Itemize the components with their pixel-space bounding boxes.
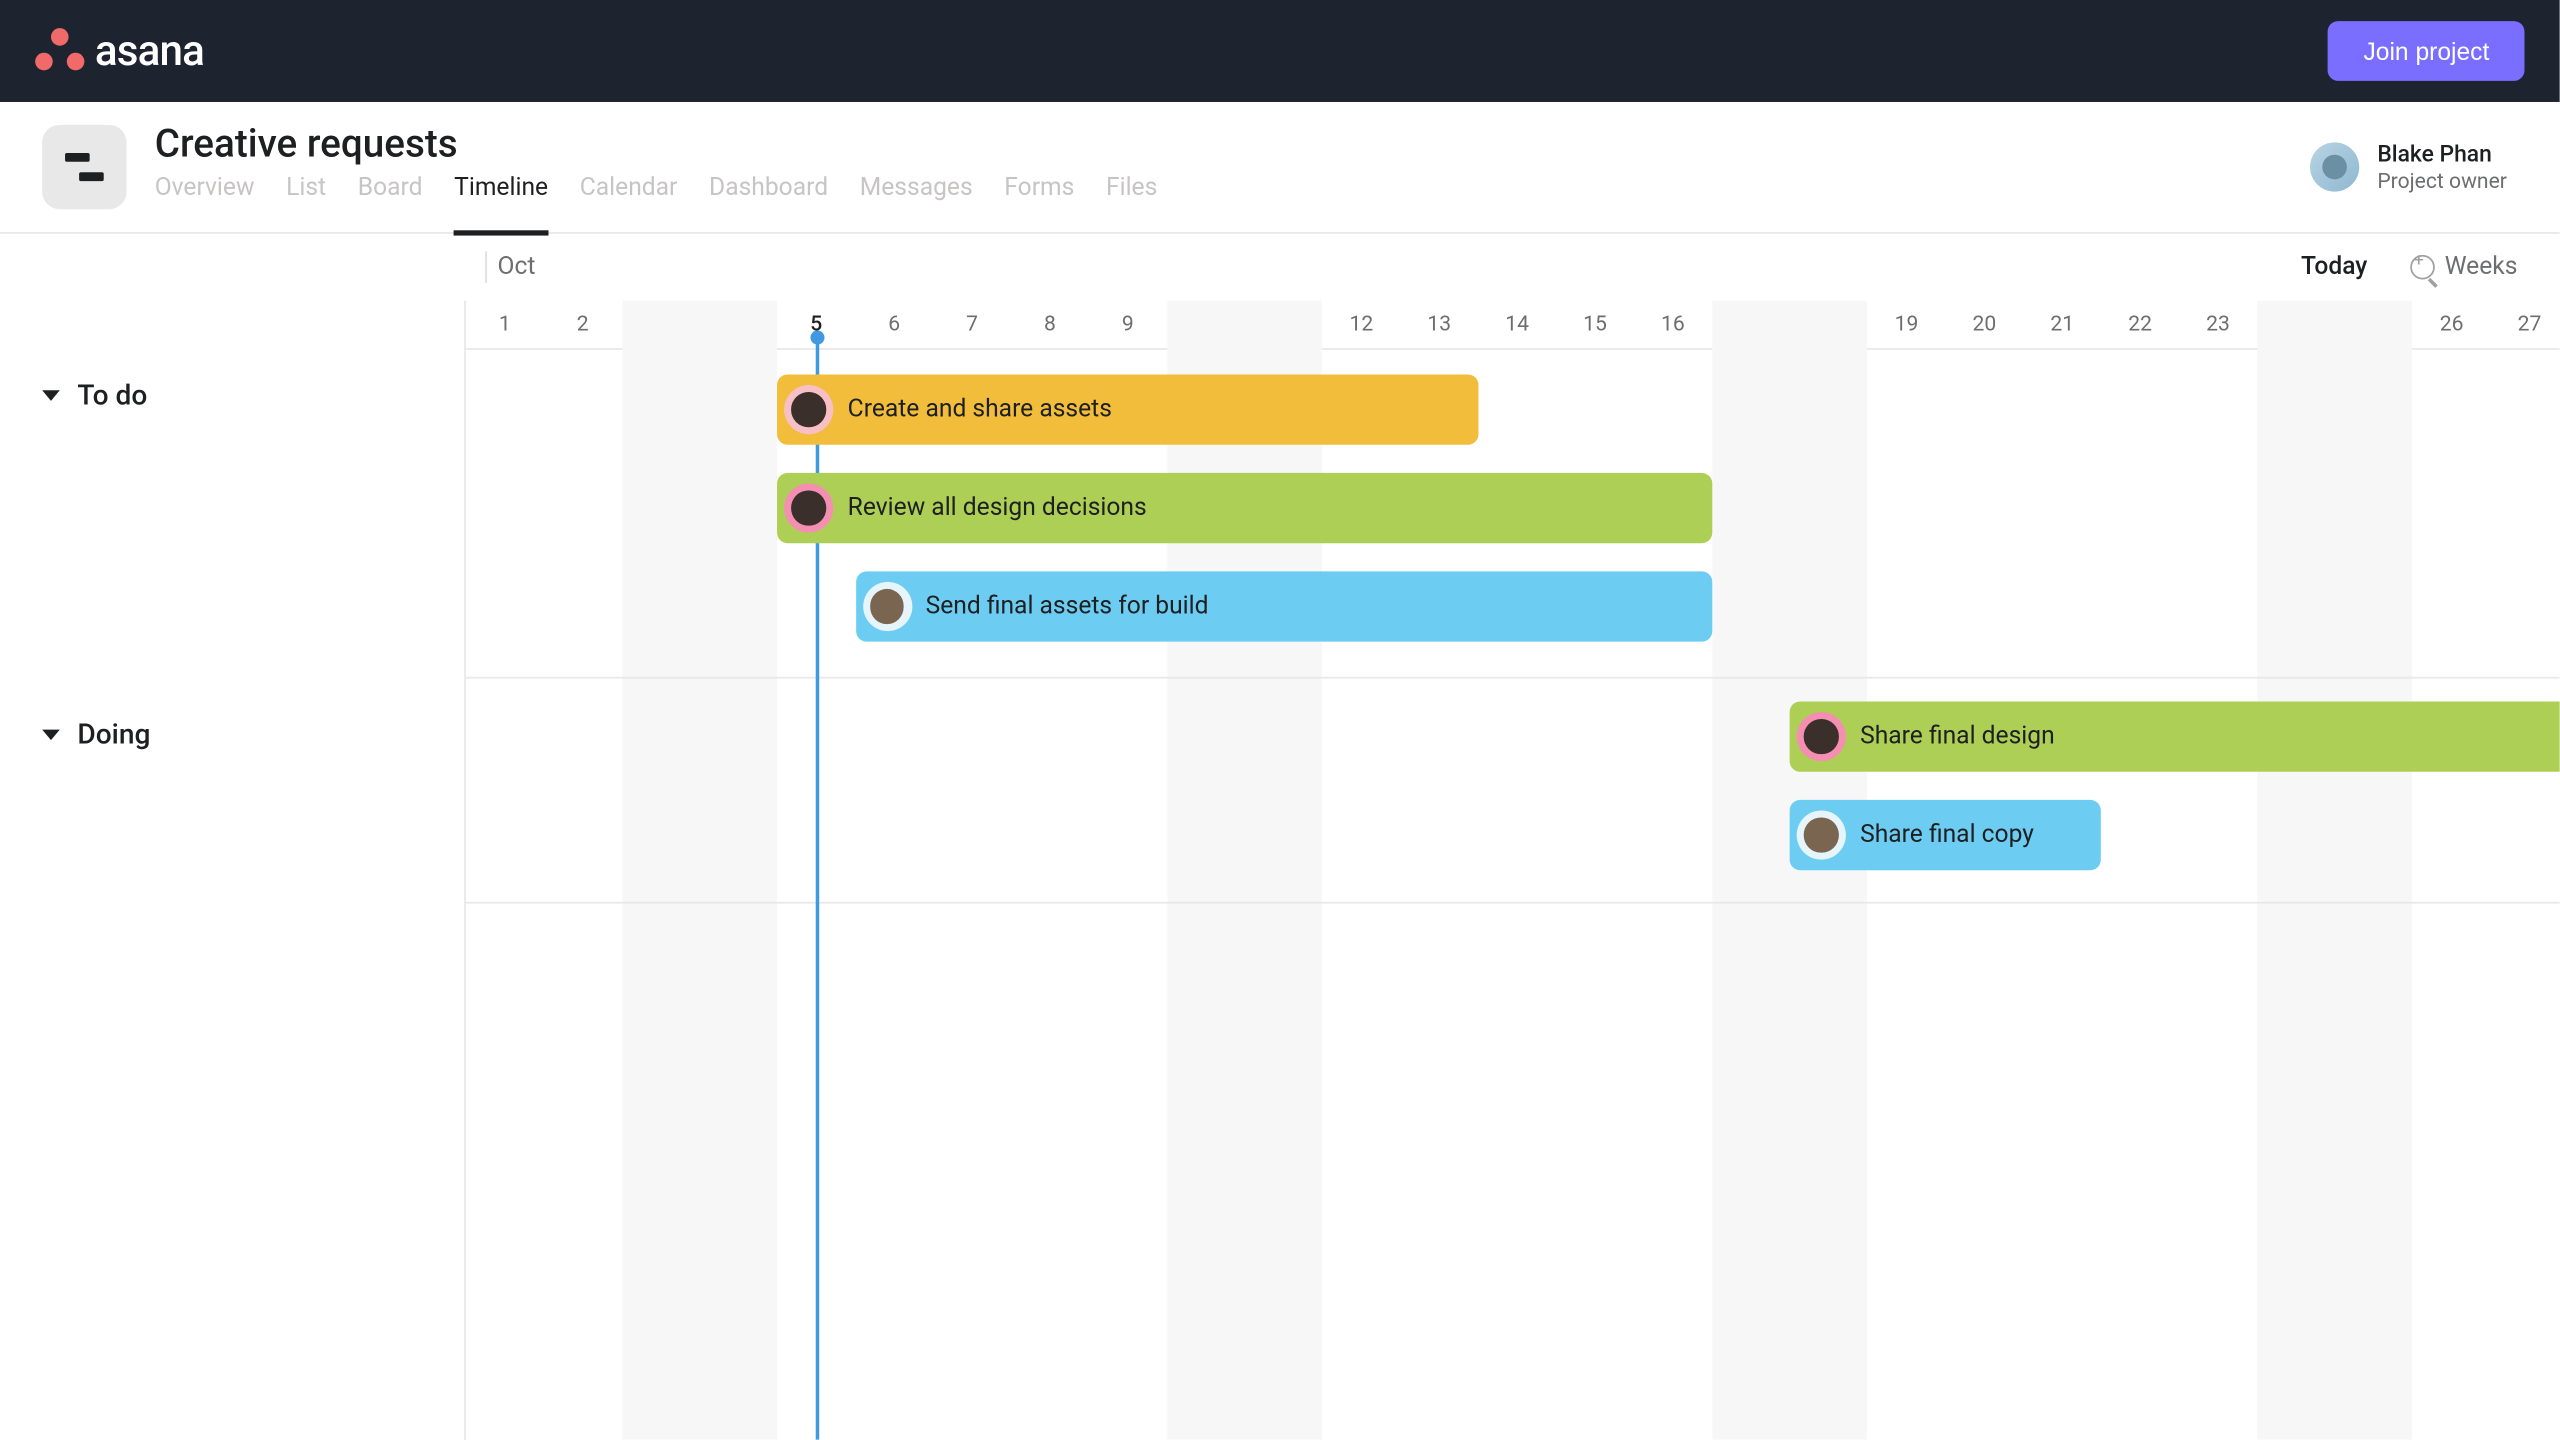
section-name: Doing: [77, 717, 150, 750]
join-project-button[interactable]: Join project: [2328, 21, 2524, 81]
zoom-level-label: Weeks: [2445, 253, 2518, 281]
top-nav-bar: asana Join project: [0, 0, 2560, 102]
tab-messages[interactable]: Messages: [860, 173, 973, 212]
day-header-23: 23: [2179, 301, 2257, 348]
weekend-shade: [2257, 301, 2413, 1440]
day-header-3: 3: [622, 301, 700, 348]
section-name: To do: [77, 378, 147, 411]
task-title: Share final design: [1860, 723, 2055, 751]
project-owner[interactable]: Blake Phan Project owner: [2311, 142, 2507, 193]
owner-name: Blake Phan: [2377, 142, 2507, 168]
day-header-21: 21: [2023, 301, 2101, 348]
chevron-down-icon: [42, 729, 60, 740]
day-header-row: 1234567891011121314151617181920212223242…: [466, 301, 2560, 350]
task-bar[interactable]: Create and share assets: [777, 374, 1478, 444]
tab-calendar[interactable]: Calendar: [580, 173, 678, 212]
assignee-avatar: [1797, 712, 1846, 761]
day-header-17: 17: [1712, 301, 1790, 348]
zoom-level-selector[interactable]: Weeks: [2410, 253, 2518, 281]
timeline-controls-row: Oct Today Weeks: [0, 234, 2560, 301]
zoom-icon: [2410, 255, 2435, 280]
tab-forms[interactable]: Forms: [1004, 173, 1074, 212]
tab-board[interactable]: Board: [358, 173, 423, 212]
task-bar[interactable]: Send final assets for build: [855, 571, 1712, 641]
day-header-22: 22: [2101, 301, 2179, 348]
task-title: Review all design decisions: [848, 494, 1147, 522]
section-sidebar: To do Doing: [0, 301, 466, 1440]
tab-overview[interactable]: Overview: [155, 173, 255, 212]
task-title: Send final assets for build: [926, 592, 1209, 620]
owner-role: Project owner: [2377, 168, 2507, 193]
task-bar[interactable]: Review all design decisions: [777, 473, 1712, 543]
tab-list[interactable]: List: [286, 173, 326, 212]
day-header-24: 24: [2257, 301, 2335, 348]
day-header-20: 20: [1945, 301, 2023, 348]
day-header-15: 15: [1556, 301, 1634, 348]
assignee-avatar: [784, 483, 833, 532]
project-icon: [42, 125, 126, 209]
day-header-2: 2: [544, 301, 622, 348]
assignee-avatar: [862, 582, 911, 631]
day-header-27: 27: [2491, 301, 2560, 348]
task-bar[interactable]: Share final copy: [1790, 800, 2101, 870]
day-header-10: 10: [1167, 301, 1245, 348]
day-header-18: 18: [1790, 301, 1868, 348]
asana-logo: asana: [35, 26, 204, 75]
today-button[interactable]: Today: [2301, 253, 2367, 281]
project-tabs: Overview List Board Timeline Calendar Dashboa…: [155, 173, 2311, 212]
day-header-7: 7: [933, 301, 1011, 348]
timeline-canvas[interactable]: 1234567891011121314151617181920212223242…: [466, 301, 2560, 1440]
project-title: Creative requests: [155, 122, 2311, 166]
day-header-16: 16: [1634, 301, 1712, 348]
day-header-6: 6: [855, 301, 933, 348]
tab-files[interactable]: Files: [1106, 173, 1157, 212]
asana-wordmark: asana: [95, 26, 204, 75]
day-header-19: 19: [1868, 301, 1946, 348]
chevron-down-icon: [42, 389, 60, 400]
weekend-shade: [622, 301, 778, 1440]
section-header-to-do[interactable]: To do: [0, 350, 464, 429]
day-header-9: 9: [1089, 301, 1167, 348]
assignee-avatar: [784, 385, 833, 434]
weekend-shade: [1167, 301, 1323, 1440]
day-header-1: 1: [466, 301, 544, 348]
task-title: Create and share assets: [848, 396, 1112, 424]
day-header-4: 4: [699, 301, 777, 348]
day-header-11: 11: [1245, 301, 1323, 348]
assignee-avatar: [1797, 810, 1846, 859]
month-label: Oct: [485, 251, 535, 283]
day-header-25: 25: [2335, 301, 2413, 348]
day-header-13: 13: [1400, 301, 1478, 348]
owner-avatar: [2311, 142, 2360, 191]
project-header: Creative requests Overview List Board Timel…: [0, 102, 2560, 234]
task-title: Share final copy: [1860, 821, 2034, 849]
day-header-8: 8: [1011, 301, 1089, 348]
section-header-doing[interactable]: Doing: [0, 679, 464, 769]
day-header-26: 26: [2413, 301, 2491, 348]
day-header-14: 14: [1478, 301, 1556, 348]
timeline-grid: To doDoing 12345678910111213141516171819…: [0, 301, 2560, 1440]
tab-dashboard[interactable]: Dashboard: [709, 173, 828, 212]
tab-timeline[interactable]: Timeline: [454, 173, 548, 212]
asana-logo-icon: [35, 28, 84, 74]
task-bar[interactable]: Share final design: [1790, 701, 2560, 771]
day-header-12: 12: [1322, 301, 1400, 348]
